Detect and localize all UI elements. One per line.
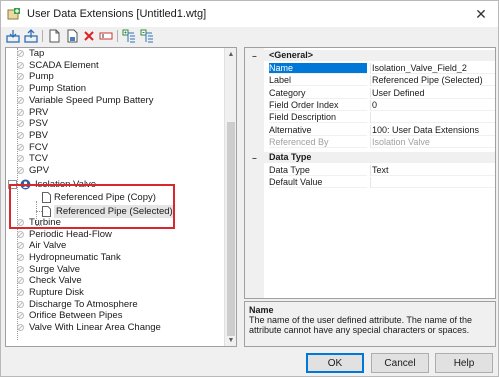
import-button[interactable]	[5, 28, 21, 44]
property-row[interactable]: Field Order Index 0	[245, 99, 495, 111]
category-data-type[interactable]: − Data Type	[245, 152, 495, 163]
expand-all-icon	[122, 29, 135, 43]
export-icon	[24, 29, 38, 43]
collapse-all-button[interactable]	[139, 28, 155, 44]
field-icon	[17, 85, 24, 93]
tree-item[interactable]: Valve With Linear Area Change	[16, 321, 161, 334]
user-data-extensions-dialog: User Data Extensions [Untitled1.wtg] ✕ T…	[0, 0, 499, 377]
property-value[interactable]	[370, 112, 495, 124]
collapse-icon[interactable]: −	[252, 51, 257, 62]
field-icon	[17, 324, 24, 332]
export-button[interactable]	[23, 28, 39, 44]
expand-all-button[interactable]	[121, 28, 137, 44]
property-row[interactable]: Name Isolation_Valve_Field_2	[245, 63, 495, 74]
property-name: Default Value	[269, 177, 367, 189]
property-name: Label	[269, 75, 367, 87]
new-button[interactable]	[46, 28, 62, 44]
property-row[interactable]: Label Referenced Pipe (Selected)	[245, 75, 495, 87]
property-name: Name	[269, 63, 367, 74]
field-icon	[17, 300, 24, 308]
toolbar-separator	[42, 30, 43, 42]
field-icon	[17, 253, 24, 261]
field-icon	[17, 143, 24, 151]
import-icon	[6, 30, 20, 43]
field-icon	[17, 131, 24, 139]
property-grid[interactable]: − <General> Name Isolation_Valve_Field_2 L…	[244, 47, 496, 299]
window-title: User Data Extensions [Untitled1.wtg]	[27, 8, 207, 20]
property-value[interactable]: 0	[370, 99, 495, 111]
toolbar-separator	[117, 30, 118, 42]
property-value[interactable]: Referenced Pipe (Selected)	[370, 75, 495, 87]
field-icon	[17, 61, 24, 69]
property-value[interactable]: User Defined	[370, 87, 495, 99]
field-icon	[17, 50, 24, 57]
tree-vertical-scrollbar[interactable]: ▲ ▼	[224, 48, 236, 346]
collapse-all-icon	[140, 29, 153, 43]
pane-splitter[interactable]	[238, 47, 243, 347]
scroll-thumb[interactable]	[227, 122, 235, 336]
property-row[interactable]: Field Description	[245, 112, 495, 124]
field-icon	[17, 277, 24, 285]
property-value[interactable]: 100: User Data Extensions	[370, 124, 495, 136]
property-value[interactable]: Text	[370, 165, 495, 176]
tree-item[interactable]: GPV	[16, 164, 49, 177]
cancel-button[interactable]: Cancel	[371, 353, 429, 373]
property-name: Referenced By	[269, 137, 367, 148]
property-value[interactable]	[370, 177, 495, 189]
field-icon	[17, 242, 24, 250]
property-name: Field Order Index	[269, 100, 367, 111]
scroll-up-arrow-icon[interactable]: ▲	[225, 48, 236, 60]
new-icon	[49, 29, 60, 43]
rename-button[interactable]	[98, 28, 114, 44]
property-value[interactable]: Isolation_Valve_Field_2	[370, 63, 495, 74]
toolbar	[1, 27, 498, 45]
property-name: Data Type	[269, 165, 367, 176]
app-icon	[7, 8, 20, 20]
title-bar: User Data Extensions [Untitled1.wtg] ✕	[1, 1, 498, 27]
delete-icon	[84, 31, 94, 41]
field-icon	[17, 108, 24, 116]
property-name: Alternative	[269, 125, 367, 136]
save-icon	[67, 29, 78, 43]
property-row[interactable]: Referenced By Isolation Valve	[245, 136, 495, 148]
field-icon	[17, 230, 24, 238]
property-row[interactable]: Default Value	[245, 177, 495, 189]
description-pane: Name The name of the user defined attrib…	[244, 301, 496, 347]
field-icon	[17, 289, 24, 296]
category-general[interactable]: − <General>	[245, 50, 495, 61]
scroll-down-arrow-icon[interactable]: ▼	[225, 334, 236, 346]
field-icon	[17, 96, 24, 104]
field-icon	[17, 73, 24, 81]
field-icon	[17, 120, 24, 128]
field-icon	[17, 155, 24, 163]
collapse-icon[interactable]: −	[252, 153, 257, 164]
delete-button[interactable]	[81, 28, 97, 44]
property-value[interactable]: Isolation Valve	[370, 136, 495, 148]
rename-icon	[99, 32, 113, 40]
property-row[interactable]: Data Type Text	[245, 165, 495, 176]
close-button[interactable]: ✕	[464, 1, 498, 27]
property-name: Category	[269, 88, 367, 99]
description-text: The name of the user defined attribute. …	[249, 315, 472, 335]
description-title: Name	[249, 305, 274, 315]
field-icon	[17, 312, 24, 320]
tree-item-label: GPV	[29, 165, 50, 176]
field-icon	[17, 167, 24, 174]
field-icon	[17, 265, 24, 273]
property-name: Field Description	[269, 112, 367, 124]
property-row[interactable]: Alternative 100: User Data Extensions	[245, 124, 495, 136]
property-row[interactable]: Category User Defined	[245, 87, 495, 99]
ok-button[interactable]: OK	[306, 353, 364, 373]
close-icon: ✕	[475, 5, 487, 22]
help-button[interactable]: Help	[435, 353, 493, 373]
annotation-highlight-box	[9, 184, 175, 229]
tree-item-label: Valve With Linear Area Change	[29, 322, 161, 334]
save-button[interactable]	[64, 28, 80, 44]
